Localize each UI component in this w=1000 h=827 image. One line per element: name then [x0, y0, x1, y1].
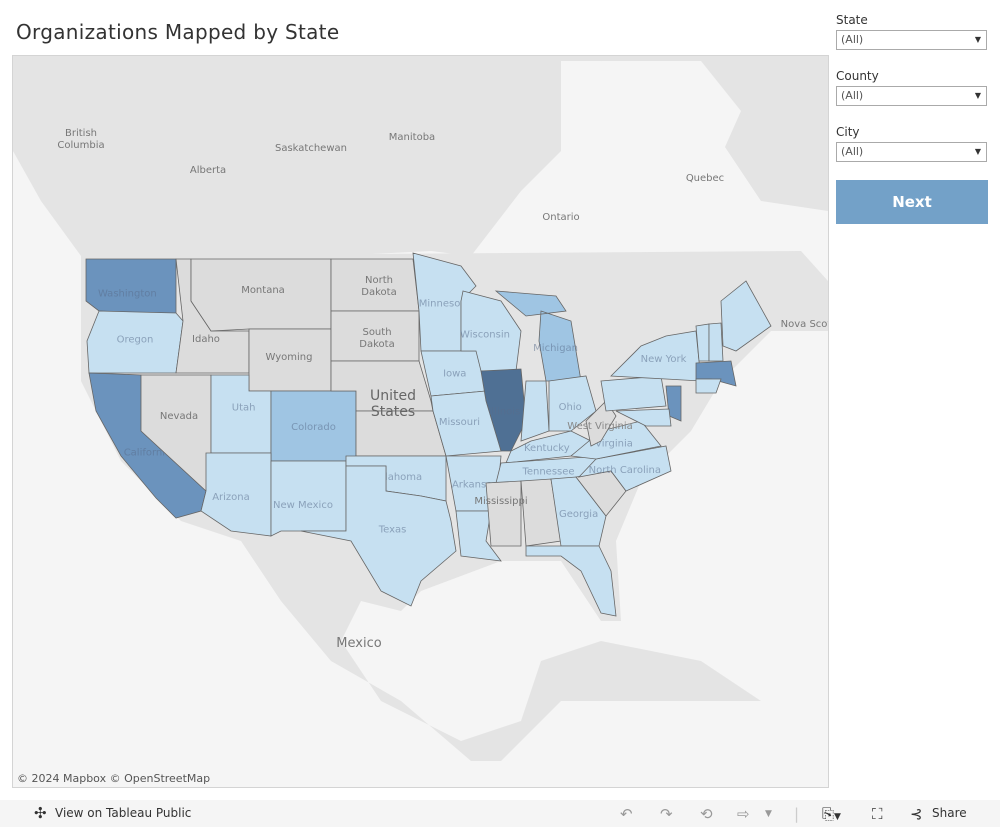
state-label: Kentucky [524, 443, 570, 454]
state-washington[interactable] [85, 258, 177, 314]
state-mississippi[interactable] [485, 480, 522, 547]
place-label: Quebec [686, 173, 724, 184]
place-label: North [365, 275, 393, 286]
state-label: Georgia [559, 509, 598, 520]
county-filter[interactable]: County (All) ▼ [836, 69, 987, 106]
city-filter[interactable]: City (All) ▼ [836, 125, 987, 162]
state-filter-label: State [836, 13, 868, 27]
place-label: Dakota [359, 339, 394, 350]
map-attribution[interactable]: © 2024 Mapbox © OpenStreetMap [17, 772, 210, 785]
state-label: Illinois [488, 407, 520, 418]
place-label: British [65, 128, 97, 139]
place-label: Dakota [361, 287, 396, 298]
state-label: Washington [98, 289, 157, 300]
place-label: Mississippi [474, 496, 527, 507]
state-label: Wisconsin [460, 330, 510, 341]
place-label: Idaho [192, 334, 220, 345]
refresh-icon[interactable]: ⇨ [737, 805, 750, 823]
city-dropdown[interactable]: (All) ▼ [836, 142, 987, 162]
place-label: Saskatchewan [275, 143, 347, 154]
state-label: Oregon [117, 335, 154, 346]
state-label: Tennessee [521, 466, 574, 477]
state-new-hampshire[interactable] [708, 322, 724, 362]
dropdown-arrow-icon: ▼ [974, 147, 981, 156]
place-label: Ontario [542, 212, 579, 223]
refresh-dropdown-icon[interactable]: ▼ [765, 809, 772, 819]
country-label: States [371, 404, 415, 420]
state-value: (All) [841, 33, 864, 46]
county-filter-label: County [836, 69, 879, 83]
place-label: Wyoming [266, 352, 313, 363]
state-label: North Carolina [589, 465, 661, 476]
state-label: Iowa [443, 368, 466, 379]
next-button[interactable]: Next [836, 180, 988, 224]
download-icon[interactable]: ⎘▼ [822, 805, 841, 823]
place-label: Nova Scot [781, 319, 828, 330]
page-title: Organizations Mapped by State [16, 20, 340, 44]
county-value: (All) [841, 89, 864, 102]
map-canvas[interactable]: WashingtonOregonCaliforniaUtahColoradoAr… [13, 56, 828, 787]
state-label: West Virginia [567, 421, 632, 432]
place-label: Columbia [57, 140, 104, 151]
share-icon[interactable]: ⊰ [910, 805, 923, 823]
state-label: Utah [232, 402, 256, 413]
fullscreen-icon[interactable]: ⛶ [872, 805, 883, 823]
state-label: Colorado [291, 422, 336, 433]
state-label: Michigan [533, 343, 578, 354]
place-label: Alberta [190, 165, 226, 176]
tableau-logo-icon: ✣ [34, 804, 47, 822]
place-label: Nevada [160, 411, 198, 422]
state-label: Ohio [559, 402, 582, 413]
state-label: Texas [378, 525, 407, 536]
state-label: Missouri [439, 417, 480, 428]
state-label: New York [641, 354, 687, 365]
place-label: Montana [241, 285, 285, 296]
state-indiana[interactable] [520, 380, 550, 442]
share-button[interactable]: Share [932, 806, 967, 820]
state-label: New Mexico [273, 500, 333, 511]
city-filter-label: City [836, 125, 860, 139]
dropdown-arrow-icon: ▼ [974, 35, 981, 44]
state-dropdown[interactable]: (All) ▼ [836, 30, 987, 50]
state-label: Arizona [212, 492, 250, 503]
place-label: South [362, 327, 391, 338]
toolbar-divider: | [794, 805, 800, 823]
place-label: Manitoba [389, 132, 435, 143]
toolbar: ✣ View on Tableau Public ↶ ↷ ⟲ ⇨ ▼ | ⎘▼ … [0, 800, 1000, 827]
dropdown-arrow-icon: ▼ [974, 91, 981, 100]
state-pennsylvania[interactable] [600, 375, 667, 412]
country-label: United [370, 388, 416, 404]
undo-icon[interactable]: ↶ [620, 805, 633, 823]
state-filter[interactable]: State (All) ▼ [836, 13, 987, 50]
place-label: Mexico [336, 636, 381, 651]
revert-icon[interactable]: ⟲ [700, 805, 713, 823]
state-new-mexico[interactable] [270, 460, 347, 537]
redo-icon[interactable]: ↷ [660, 805, 673, 823]
view-on-tableau-public-link[interactable]: View on Tableau Public [55, 806, 191, 820]
county-dropdown[interactable]: (All) ▼ [836, 86, 987, 106]
city-value: (All) [841, 145, 864, 158]
map[interactable]: Washington Oregon California Utah Colorado Ar… [12, 55, 829, 788]
